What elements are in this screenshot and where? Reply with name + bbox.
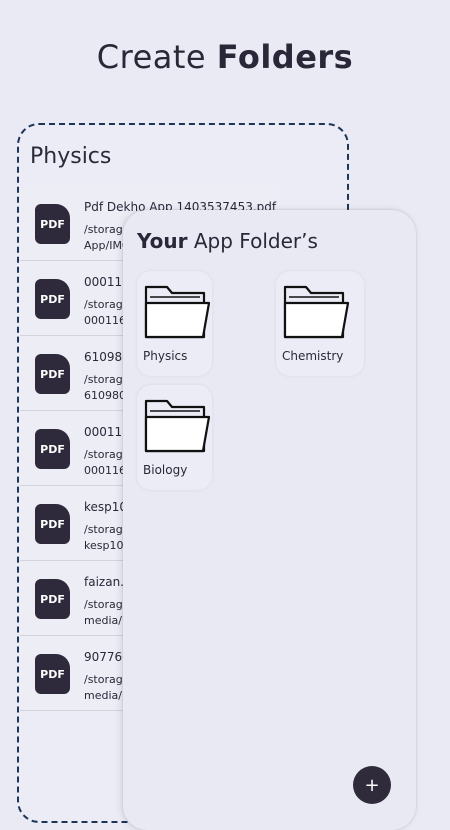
pdf-icon: PDF: [35, 354, 70, 394]
add-folder-button[interactable]: +: [353, 766, 391, 804]
pdf-icon: PDF: [35, 579, 70, 619]
folder-tile-biology[interactable]: Biology: [137, 385, 212, 490]
folder-label: Physics: [143, 349, 188, 363]
plus-icon: +: [364, 774, 380, 796]
file-name: faizan.: [84, 575, 124, 589]
pdf-icon: PDF: [35, 429, 70, 469]
folder-icon: [144, 285, 211, 339]
folder-icon: [283, 285, 350, 339]
app-folders-title-bold: Your: [137, 229, 188, 253]
folder-label: Biology: [143, 463, 188, 477]
pdf-icon: PDF: [35, 654, 70, 694]
folder-tile-chemistry[interactable]: Chemistry: [276, 271, 364, 376]
pdf-icon: PDF: [35, 204, 70, 244]
headline-light: Create: [96, 38, 217, 76]
app-folders-title-rest: App Folder’s: [187, 229, 318, 253]
app-folders-title: Your App Folder’s: [137, 229, 318, 253]
file-path: /storag 610980: [84, 373, 126, 402]
file-path: /storag media/: [84, 598, 123, 627]
headline: Create Folders: [0, 38, 450, 76]
folder-tile-physics[interactable]: Physics: [137, 271, 212, 376]
pdf-icon: PDF: [35, 504, 70, 544]
pdf-icon: PDF: [35, 279, 70, 319]
folder-icon: [144, 399, 211, 453]
physics-title: Physics: [30, 144, 112, 169]
file-path: /storag media/: [84, 673, 123, 702]
headline-bold: Folders: [216, 38, 354, 76]
folder-label: Chemistry: [282, 349, 344, 363]
